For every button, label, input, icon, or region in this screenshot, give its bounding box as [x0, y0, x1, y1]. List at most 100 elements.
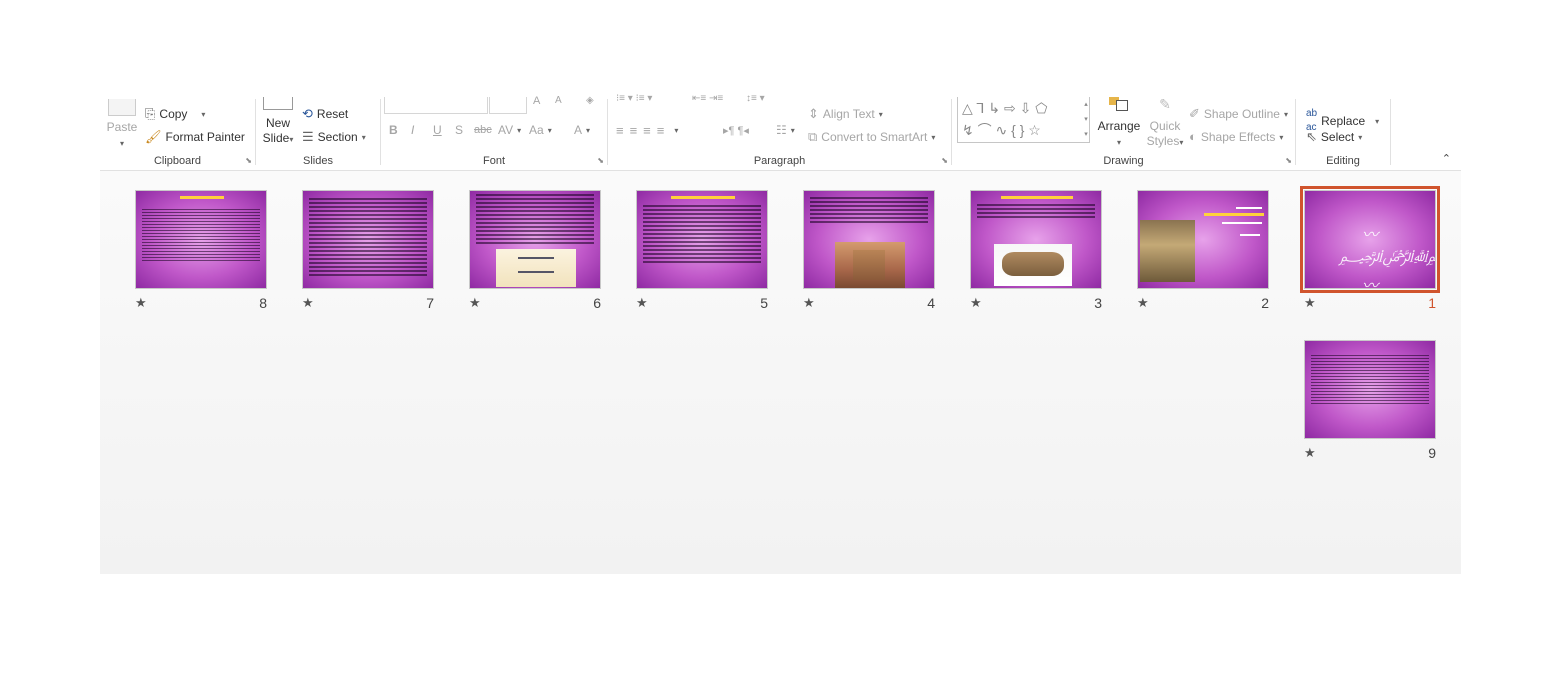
- animation-star-icon: ★: [135, 295, 147, 310]
- calligraphy-image: 〰﷽〰: [1339, 227, 1435, 289]
- shape-row-2: ↯ ⌒ ∿ { } ☆: [962, 122, 1041, 138]
- animation-star-icon: ★: [302, 295, 314, 310]
- line-spacing-icon[interactable]: ↕≡ ▾: [746, 93, 765, 104]
- align-text-button[interactable]: ⇕ Align Text ▾: [808, 106, 883, 122]
- slide-number: 4: [927, 295, 935, 311]
- animation-star-icon: ★: [1304, 295, 1316, 310]
- dialog-launcher-icon[interactable]: ⬊: [597, 156, 604, 165]
- italic-button[interactable]: I: [411, 123, 414, 137]
- slide-thumbnail-9[interactable]: [1304, 340, 1436, 439]
- indent-icon[interactable]: ⇤≡ ⇥≡: [692, 93, 723, 104]
- arrange-button[interactable]: Arrange ▾: [1095, 97, 1143, 150]
- slide-thumbnail-5[interactable]: [636, 190, 768, 289]
- select-button[interactable]: ⇖ Select ▾: [1306, 129, 1362, 145]
- change-case-button[interactable]: Aa ▾: [529, 123, 552, 137]
- new-slide-button[interactable]: New Slide▾: [260, 97, 296, 147]
- animation-star-icon: ★: [803, 295, 815, 310]
- slides-group: New Slide▾ ⟲ Reset ☰ Section ▾ Slides: [256, 97, 380, 170]
- faravahar-image: [496, 249, 576, 287]
- grow-font-icon[interactable]: A: [533, 95, 540, 107]
- slide-number: 3: [1094, 295, 1102, 311]
- slide-number: 6: [593, 295, 601, 311]
- slide-sorter: 〰﷽〰 ★ 1 ★ 2 ★ 3: [100, 171, 1461, 574]
- char-spacing-button[interactable]: AV ▾: [498, 123, 521, 137]
- cursor-icon: ⇖: [1306, 129, 1317, 144]
- tomb-image: [835, 242, 905, 288]
- smartart-icon: ⧉: [808, 129, 818, 144]
- clipboard-label: Clipboard: [153, 155, 202, 167]
- clipboard-group: Paste ▾ ⎘ Copy ▾ 🖌 Format Painter Clipboard …: [100, 97, 255, 170]
- slide-thumbnail-2[interactable]: [1137, 190, 1269, 289]
- drawing-group: △ ⅂ ↳ ⇨ ⇩ ⬠ ↯ ⌒ ∿ { } ☆ ▴ ▾ ▾ Arrange ▾ ✎ Q…: [952, 97, 1295, 170]
- animation-star-icon: ★: [1137, 295, 1149, 310]
- font-size-input[interactable]: [489, 97, 527, 114]
- slide-number: 9: [1428, 445, 1436, 461]
- powerpoint-window: Paste ▾ ⎘ Copy ▾ 🖌 Format Painter Clipboard …: [100, 93, 1461, 574]
- dialog-launcher-icon[interactable]: ⬊: [1285, 156, 1292, 165]
- slide-number: 7: [426, 295, 434, 311]
- strikethrough-button[interactable]: abc: [474, 124, 492, 136]
- reset-button[interactable]: ⟲ Reset: [302, 106, 348, 122]
- quick-styles-button[interactable]: ✎ Quick Styles▾: [1145, 97, 1185, 150]
- section-icon: ☰: [302, 129, 314, 144]
- copy-icon: ⎘: [145, 106, 156, 121]
- align-buttons[interactable]: ≡≡≡≡ ▾: [616, 123, 684, 138]
- arrange-icon: [1107, 97, 1131, 111]
- font-name-input[interactable]: [384, 97, 488, 114]
- shapes-gallery[interactable]: △ ⅂ ↳ ⇨ ⇩ ⬠ ↯ ⌒ ∿ { } ☆: [957, 97, 1090, 143]
- animation-star-icon: ★: [469, 295, 481, 310]
- paintbrush-icon: 🖌: [145, 129, 162, 144]
- clear-format-icon[interactable]: ◈: [586, 95, 594, 106]
- animation-star-icon: ★: [636, 295, 648, 310]
- paragraph-group: ⁝≡ ▾ ⁝≡ ▾ ⇤≡ ⇥≡ ↕≡ ▾ ≡≡≡≡ ▾ ▸¶ ¶◂ ☷ ▾ ⇕ Ali…: [608, 93, 951, 170]
- convert-smartart-button[interactable]: ⧉ Convert to SmartArt ▾: [808, 129, 935, 145]
- slide-thumbnail-1[interactable]: 〰﷽〰: [1300, 186, 1440, 293]
- align-text-icon: ⇕: [808, 106, 819, 121]
- animation-star-icon: ★: [1304, 445, 1316, 460]
- slides-label: Slides: [303, 155, 333, 167]
- format-painter-button[interactable]: 🖌 Format Painter: [145, 129, 245, 145]
- slide-number: 8: [259, 295, 267, 311]
- gallery-scroll[interactable]: ▴ ▾ ▾: [1081, 97, 1091, 143]
- slide-number: 2: [1261, 295, 1269, 311]
- collapse-ribbon-icon[interactable]: ⌃: [1442, 152, 1451, 165]
- dialog-launcher-icon[interactable]: ⬊: [245, 156, 252, 165]
- shape-effects-button[interactable]: ◐ Shape Effects ▾: [1189, 129, 1283, 145]
- editing-group: ab ac Replace ▾ ⇖ Select ▾ Editing: [1296, 97, 1390, 170]
- editing-label: Editing: [1326, 155, 1360, 167]
- ribbon: Paste ▾ ⎘ Copy ▾ 🖌 Format Painter Clipboard …: [100, 93, 1461, 171]
- slide-thumbnail-8[interactable]: [135, 190, 267, 289]
- slide-thumbnail-3[interactable]: [970, 190, 1102, 289]
- drawing-label: Drawing: [1103, 155, 1144, 167]
- title-block: [1200, 207, 1266, 247]
- effects-icon: ◐: [1189, 129, 1197, 144]
- font-group: A A ◈ B I U S abc AV ▾ Aa ▾ A ▾ Font ⬊: [381, 95, 607, 170]
- reset-icon: ⟲: [302, 106, 313, 121]
- dialog-launcher-icon[interactable]: ⬊: [941, 156, 948, 165]
- columns-icon[interactable]: ☷ ▾: [776, 123, 795, 137]
- pen-icon: ✐: [1189, 106, 1200, 121]
- underline-button[interactable]: U: [433, 123, 442, 137]
- slide-thumbnail-6[interactable]: [469, 190, 601, 289]
- section-button[interactable]: ☰ Section ▾: [302, 129, 366, 145]
- slide-thumbnail-4[interactable]: [803, 190, 935, 289]
- animation-star-icon: ★: [970, 295, 982, 310]
- font-color-button[interactable]: A ▾: [574, 123, 590, 137]
- bold-button[interactable]: B: [389, 123, 398, 137]
- shrink-font-icon[interactable]: A: [555, 95, 562, 106]
- paste-icon: [108, 99, 136, 116]
- slide-number: 1: [1428, 295, 1436, 311]
- paragraph-label: Paragraph: [753, 155, 806, 167]
- shadow-button[interactable]: S: [455, 123, 463, 137]
- bullets-icon[interactable]: ⁝≡ ▾ ⁝≡ ▾: [616, 93, 652, 104]
- new-slide-icon: [263, 97, 293, 110]
- shape-outline-button[interactable]: ✐ Shape Outline ▾: [1189, 106, 1288, 122]
- copy-button[interactable]: ⎘ Copy ▾: [145, 106, 205, 122]
- slide-thumbnail-7[interactable]: [302, 190, 434, 289]
- paste-button[interactable]: Paste ▾: [106, 99, 138, 151]
- quick-styles-icon: ✎: [1159, 96, 1171, 112]
- portrait-image: [1140, 220, 1195, 282]
- text-direction-icon[interactable]: ▸¶ ¶◂: [723, 124, 749, 137]
- shape-row-1: △ ⅂ ↳ ⇨ ⇩ ⬠: [962, 100, 1048, 116]
- font-label: Font: [482, 155, 505, 167]
